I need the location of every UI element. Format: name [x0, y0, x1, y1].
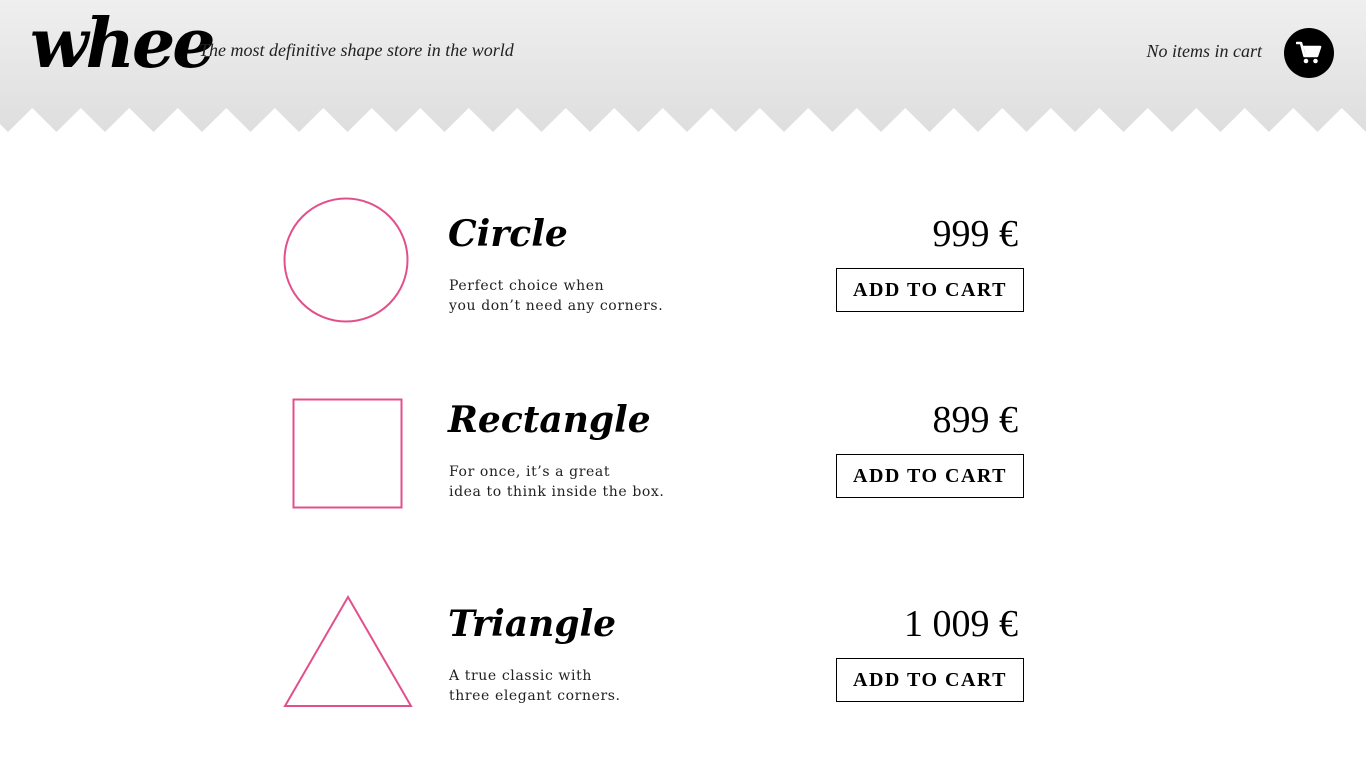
product-name: Rectangle	[448, 399, 651, 441]
product-description-line: you don’t need any corners.	[449, 298, 664, 314]
product-description-line: idea to think inside the box.	[449, 484, 665, 500]
product-name: Triangle	[448, 603, 617, 645]
circle-shape-icon	[283, 197, 409, 323]
cart-button[interactable]	[1284, 28, 1334, 78]
shopping-cart-icon	[1296, 41, 1322, 64]
add-to-cart-button[interactable]: ADD TO CART	[836, 268, 1024, 312]
add-to-cart-button[interactable]: ADD TO CART	[836, 454, 1024, 498]
product-card-rectangle: Rectangle For once, it’s a great idea to…	[280, 374, 1040, 514]
product-card-triangle: Triangle A true classic with three elega…	[280, 578, 1040, 718]
product-name: Circle	[448, 213, 568, 255]
product-card-circle: Circle Perfect choice when you don’t nee…	[280, 188, 1040, 328]
product-price: 1 009 €	[904, 603, 1018, 645]
product-description: Perfect choice when you don’t need any c…	[449, 276, 663, 316]
product-description-line: For once, it’s a great	[449, 464, 611, 480]
product-description-line: three elegant corners.	[449, 688, 621, 704]
triangle-shape-icon	[283, 595, 413, 707]
product-description: A true classic with three elegant corner…	[449, 666, 621, 706]
tagline: The most definitive shape store in the w…	[199, 40, 514, 60]
product-price: 899 €	[932, 399, 1019, 441]
product-description: For once, it’s a great idea to think ins…	[449, 462, 664, 502]
logo[interactable]: whee	[30, 4, 216, 84]
cart-status-text: No items in cart	[1146, 41, 1263, 61]
product-description-line: Perfect choice when	[449, 278, 605, 294]
product-description-line: A true classic with	[449, 668, 592, 684]
product-price: 999 €	[932, 213, 1019, 255]
add-to-cart-button[interactable]: ADD TO CART	[836, 658, 1024, 702]
site-header: whee The most definitive shape store in …	[0, 0, 1366, 132]
rectangle-shape-icon	[292, 398, 403, 509]
